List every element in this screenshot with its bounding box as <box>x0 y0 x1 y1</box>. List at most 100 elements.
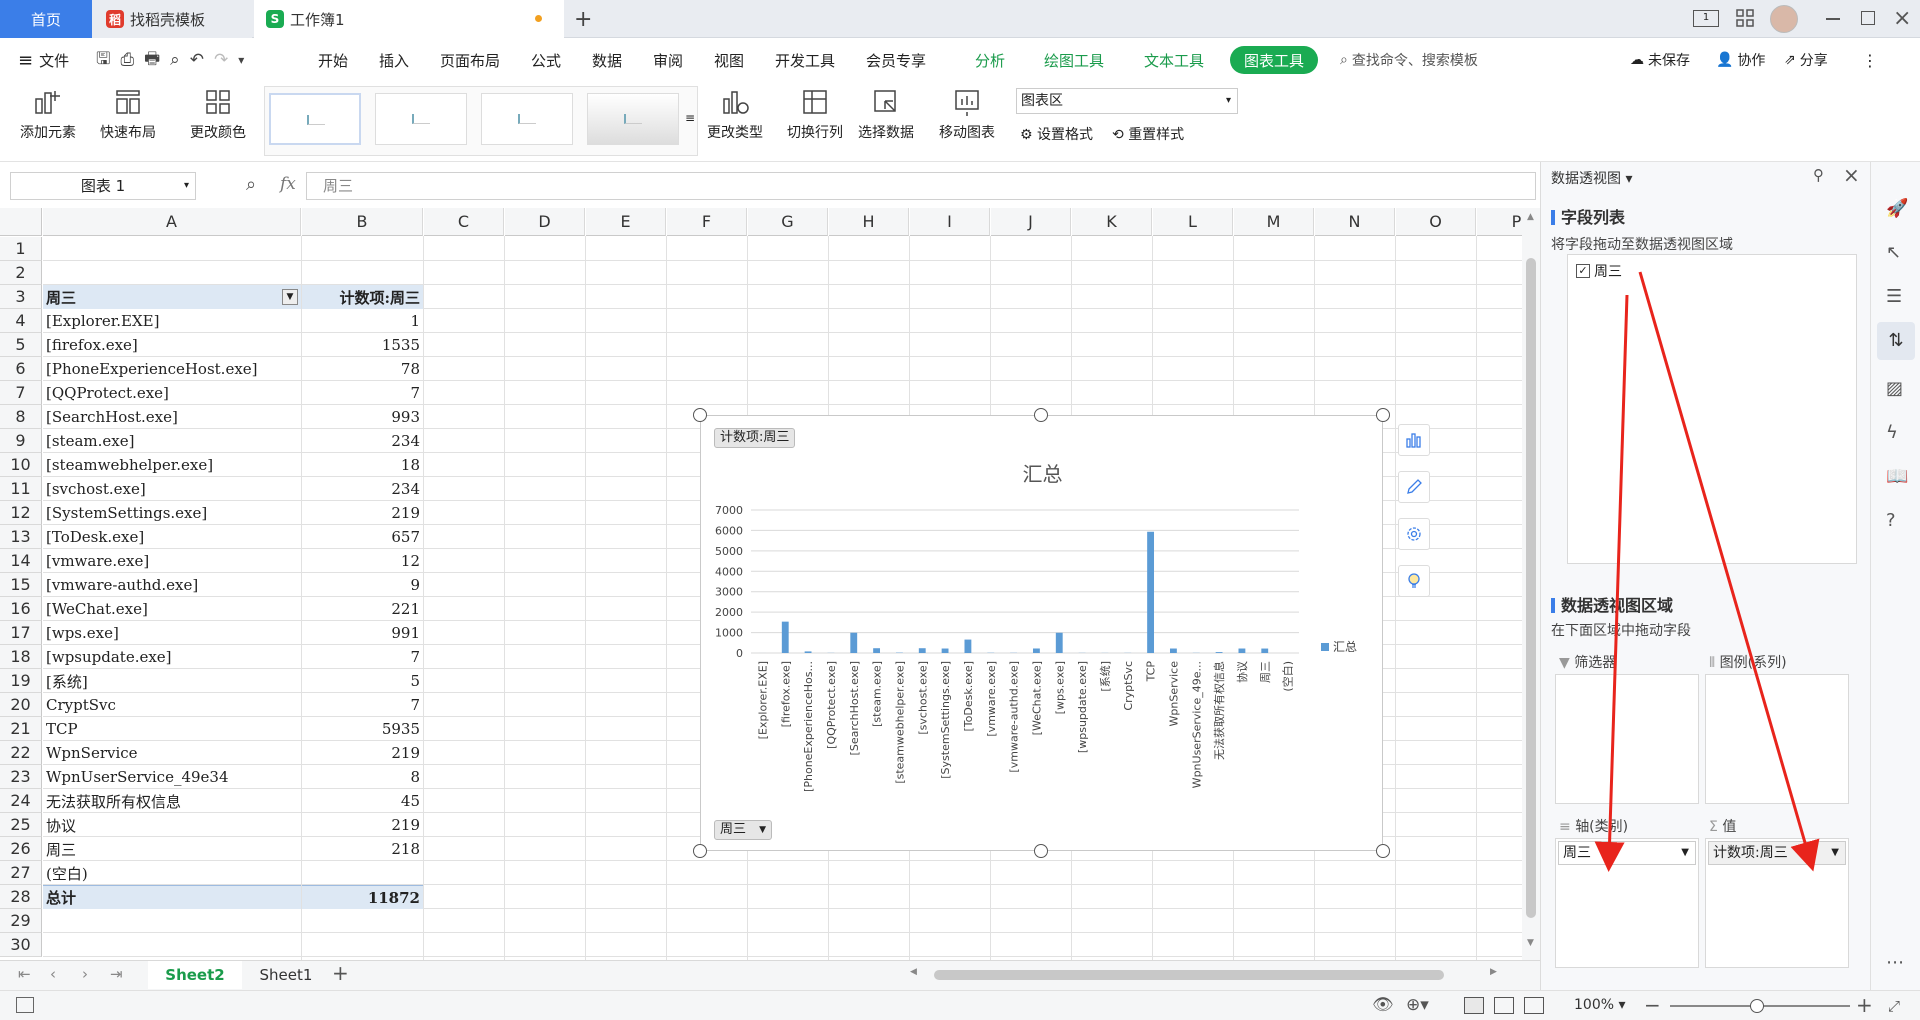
customize-dropdown-icon[interactable]: ▾ <box>238 53 244 67</box>
pivot-row-label[interactable]: [vmware-authd.exe] <box>43 573 301 597</box>
pivot-row-label[interactable]: [SearchHost.exe] <box>43 405 301 429</box>
pivot-row-label[interactable]: WpnUserService_49e34 <box>43 765 301 789</box>
row-header[interactable]: 27 <box>0 861 42 885</box>
filter-zone[interactable] <box>1555 674 1699 804</box>
menu-text-tools[interactable]: 文本工具 <box>1144 38 1204 82</box>
export-pdf-icon[interactable]: ⎙ <box>120 50 134 70</box>
select-all-corner[interactable] <box>0 208 42 236</box>
resize-handle-tc[interactable] <box>1034 408 1048 422</box>
pivot-row-label[interactable] <box>43 261 301 285</box>
vertical-scrollbar[interactable]: ▲ ▼ <box>1522 208 1540 960</box>
chart-element-select[interactable]: 图表区 ▾ <box>1016 88 1238 114</box>
pivot-row-label[interactable]: CryptSvc <box>43 693 301 717</box>
redo-icon[interactable]: ↷ <box>214 50 228 70</box>
fullscreen-icon[interactable]: ⤢ <box>1888 997 1900 1015</box>
row-header[interactable]: 11 <box>0 477 42 501</box>
column-header-j[interactable]: J <box>991 208 1071 236</box>
page-break-view-icon[interactable] <box>1524 997 1544 1014</box>
row-header[interactable]: 4 <box>0 309 42 333</box>
pivot-value[interactable] <box>302 861 423 885</box>
column-header-a[interactable]: A <box>43 208 301 236</box>
tab-home[interactable]: 首页 <box>0 0 92 38</box>
pivot-value[interactable]: 18 <box>302 453 423 477</box>
column-header-o[interactable]: O <box>1396 208 1476 236</box>
menu-chart-tools[interactable]: 图表工具 <box>1230 46 1319 74</box>
set-format-button[interactable]: ⚙ 设置格式 <box>1020 124 1093 144</box>
pivot-value[interactable]: 234 <box>302 477 423 501</box>
pivot-value[interactable]: 12 <box>302 549 423 573</box>
value-field-chip[interactable]: 计数项:周三 ▼ <box>1708 841 1846 865</box>
pivot-value[interactable] <box>302 909 423 933</box>
resize-handle-bl[interactable] <box>693 844 707 858</box>
checkbox-checked-icon[interactable]: ✓ <box>1576 264 1590 278</box>
sheet-tab-sheet2[interactable]: Sheet2 <box>148 961 242 989</box>
row-header[interactable]: 6 <box>0 357 42 381</box>
pivot-value[interactable] <box>302 261 423 285</box>
quick-layout-button[interactable]: 快速布局 <box>92 86 164 142</box>
close-icon[interactable]: × <box>1893 6 1911 31</box>
chart-settings-button[interactable] <box>1398 518 1430 550</box>
print-preview-icon[interactable]: ⌕ <box>170 50 180 70</box>
sheet-tab-sheet1[interactable]: Sheet1 <box>246 961 326 989</box>
pivot-value[interactable]: 219 <box>302 501 423 525</box>
axis-zone[interactable]: 周三 ▼ <box>1555 838 1699 968</box>
book-icon[interactable]: 📖 <box>1886 466 1908 488</box>
pivot-row-label[interactable]: [vmware.exe] <box>43 549 301 573</box>
pivot-value[interactable]: 7 <box>302 645 423 669</box>
input-method-icon[interactable]: ⊕▾ <box>1406 995 1429 1015</box>
chart-style-thumb-3[interactable] <box>481 93 573 145</box>
menu-page-layout[interactable]: 页面布局 <box>440 38 500 82</box>
tab-workbook[interactable]: S 工作簿1 <box>254 0 564 38</box>
save-icon[interactable]: 🖫 <box>96 46 110 75</box>
more-icon[interactable]: ⋯ <box>1886 952 1908 974</box>
pivot-grand-total-value[interactable]: 11872 <box>302 885 423 909</box>
row-header[interactable]: 10 <box>0 453 42 477</box>
move-chart-button[interactable]: 移动图表 <box>934 86 1000 142</box>
pivot-value[interactable]: 991 <box>302 621 423 645</box>
values-zone[interactable]: 计数项:周三 ▼ <box>1705 838 1849 968</box>
menu-review[interactable]: 审阅 <box>653 38 683 82</box>
tab-docer-templates[interactable]: 稻 找稻壳模板 <box>92 0 252 38</box>
pivot-value[interactable]: 657 <box>302 525 423 549</box>
row-header[interactable]: 22 <box>0 741 42 765</box>
eye-protection-icon[interactable]: 👁 <box>1372 995 1394 1015</box>
pivot-row-label[interactable]: [ToDesk.exe] <box>43 525 301 549</box>
menu-home[interactable]: 开始 <box>318 38 348 82</box>
column-header-g[interactable]: G <box>748 208 828 236</box>
row-header[interactable]: 3 <box>0 285 42 309</box>
resize-handle-br[interactable] <box>1376 844 1390 858</box>
row-header[interactable]: 19 <box>0 669 42 693</box>
new-tab-button[interactable]: + <box>574 0 598 38</box>
command-search[interactable]: ⌕ 查找命令、搜索模板 <box>1340 38 1478 82</box>
panel-close-icon[interactable]: × <box>1843 163 1860 187</box>
pivot-row-label[interactable]: 周三 <box>43 837 301 861</box>
row-header[interactable]: 7 <box>0 381 42 405</box>
menu-analyze[interactable]: 分析 <box>975 38 1005 82</box>
restore-icon[interactable] <box>1861 11 1875 25</box>
column-header-l[interactable]: L <box>1153 208 1233 236</box>
pivot-value[interactable] <box>302 933 423 957</box>
pivot-value[interactable]: 5 <box>302 669 423 693</box>
chart-style-button[interactable] <box>1398 471 1430 503</box>
apps-grid-icon[interactable] <box>1736 9 1754 27</box>
normal-view-icon[interactable] <box>1464 997 1484 1014</box>
pivot-row-label[interactable]: [PhoneExperienceHost.exe] <box>43 357 301 381</box>
menu-member[interactable]: 会员专享 <box>866 38 926 82</box>
column-header-h[interactable]: H <box>829 208 909 236</box>
row-header[interactable]: 20 <box>0 693 42 717</box>
menu-formula[interactable]: 公式 <box>531 38 561 82</box>
row-header[interactable]: 14 <box>0 549 42 573</box>
menu-data[interactable]: 数据 <box>592 38 622 82</box>
column-header-n[interactable]: N <box>1315 208 1395 236</box>
chart-elements-button[interactable] <box>1398 424 1430 456</box>
column-header-c[interactable]: C <box>424 208 504 236</box>
row-header[interactable]: 30 <box>0 933 42 957</box>
row-header[interactable]: 23 <box>0 765 42 789</box>
zoom-slider-thumb[interactable] <box>1750 999 1764 1013</box>
pivot-row-label[interactable]: [Explorer.EXE] <box>43 309 301 333</box>
sliders-icon[interactable]: ☰ <box>1886 286 1908 308</box>
pivot-row-label[interactable]: [wps.exe] <box>43 621 301 645</box>
page-layout-view-icon[interactable] <box>1494 997 1514 1014</box>
pivot-row-label[interactable]: [firefox.exe] <box>43 333 301 357</box>
menu-view[interactable]: 视图 <box>714 38 744 82</box>
